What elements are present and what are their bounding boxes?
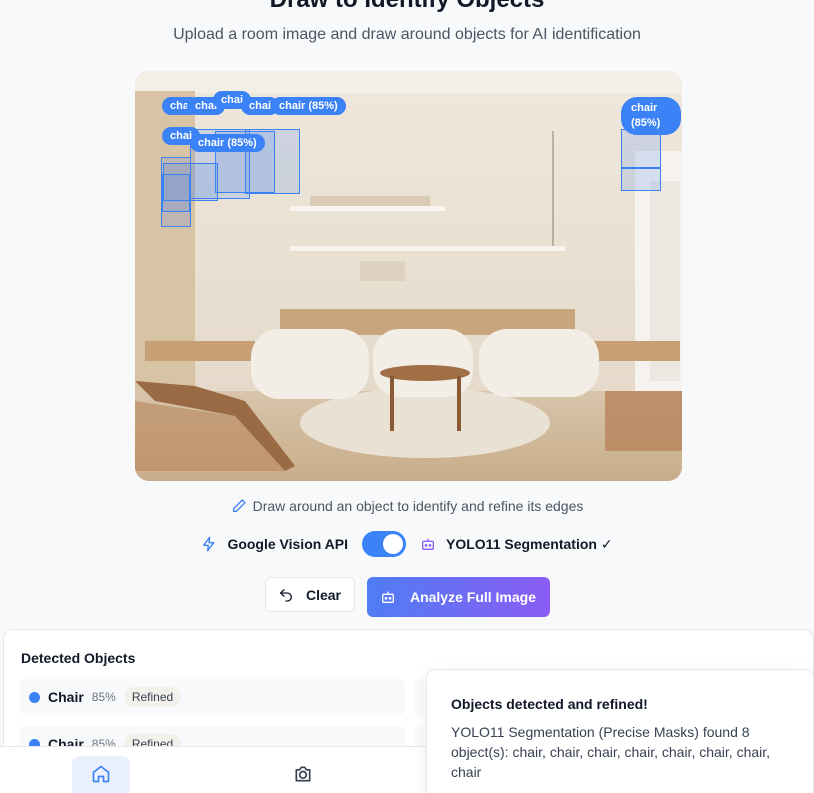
bottom-nav bbox=[0, 746, 426, 793]
nav-home[interactable] bbox=[72, 756, 130, 793]
toggle-right-label: YOLO11 Segmentation ✓ bbox=[446, 535, 613, 552]
robot-icon bbox=[422, 538, 435, 550]
undo-icon bbox=[279, 588, 292, 602]
success-toast: Objects detected and refined! YOLO11 Seg… bbox=[426, 669, 814, 793]
lightning-icon bbox=[203, 536, 215, 552]
page-subtitle: Upload a room image and draw around obje… bbox=[173, 26, 641, 43]
list-item[interactable] bbox=[414, 679, 424, 715]
pencil-icon bbox=[232, 499, 246, 512]
home-icon bbox=[92, 765, 110, 783]
toggle-knob bbox=[383, 534, 404, 554]
robot-icon bbox=[381, 591, 394, 603]
camera-icon bbox=[295, 766, 311, 782]
detection-box[interactable] bbox=[621, 167, 661, 191]
detected-objects-title: Detected Objects bbox=[21, 650, 136, 666]
object-confidence: 85% bbox=[91, 690, 116, 704]
analyze-button-label: Analyze Full Image bbox=[409, 589, 537, 605]
color-dot bbox=[29, 691, 40, 703]
toast-title: Objects detected and refined! bbox=[451, 696, 648, 712]
detection-label: chair (85%) bbox=[190, 134, 265, 152]
detection-box[interactable] bbox=[162, 174, 190, 212]
clear-button[interactable]: Clear bbox=[264, 577, 355, 612]
nav-camera[interactable] bbox=[292, 764, 314, 789]
detection-label: chair (85%) bbox=[621, 97, 681, 135]
toggle-left-label: Google Vision API bbox=[227, 536, 349, 552]
toast-message: YOLO11 Segmentation (Precise Masks) foun… bbox=[451, 724, 771, 780]
model-toggle[interactable] bbox=[362, 531, 407, 557]
clear-button-label: Clear bbox=[305, 586, 342, 603]
detection-label: chair (85%) bbox=[271, 97, 346, 115]
object-name: Chair bbox=[48, 689, 84, 705]
detection-box[interactable] bbox=[621, 129, 661, 169]
page-title: Draw to Identify Objects bbox=[0, 0, 814, 14]
draw-hint: Draw around an object to identify and re… bbox=[0, 498, 814, 514]
analyze-button[interactable]: Analyze Full Image bbox=[366, 577, 550, 617]
model-toggle-row: Google Vision API YOLO11 Segmentation ✓ bbox=[0, 531, 814, 557]
status-badge: Refined bbox=[123, 687, 182, 707]
list-item[interactable]: Chair 85% Refined bbox=[20, 679, 405, 715]
drawing-canvas[interactable]: chai chai chai chai chair (85%) chai cha… bbox=[135, 71, 682, 481]
hint-text: Draw around an object to identify and re… bbox=[252, 498, 584, 514]
